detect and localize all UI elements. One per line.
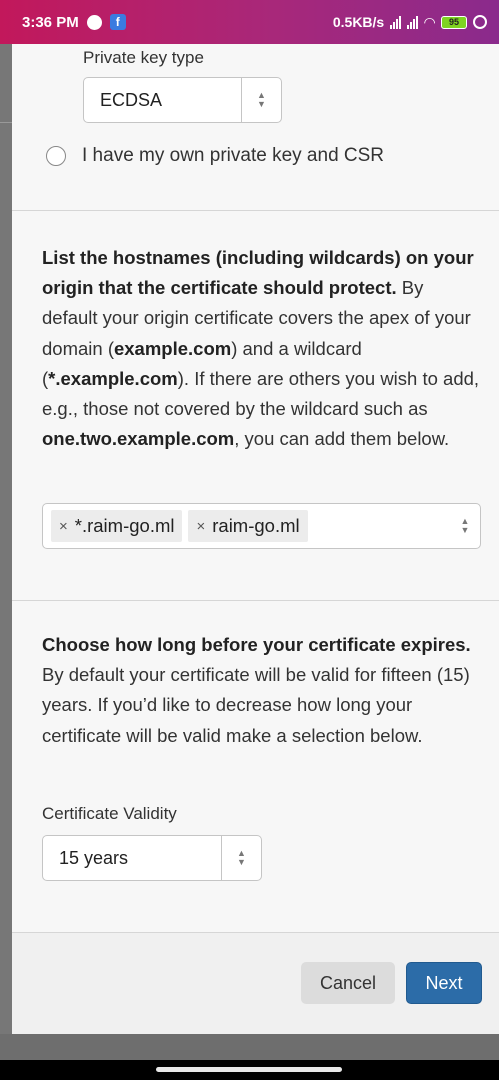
select-arrows-icon: ▲ ▼ [241,78,281,122]
select-arrows-icon: ▲ ▼ [460,516,470,535]
tag-remove-icon[interactable]: × [59,518,68,535]
firefox-icon [86,14,102,30]
private-key-type-select[interactable]: ECDSA ▲ ▼ [83,77,282,123]
background-page [0,44,12,1060]
status-bar: 3:36 PM f 0.5KB/s ◠ 95 [0,0,499,44]
validity-heading: Choose how long before your certificate … [42,634,471,655]
example-domain: example.com [113,337,232,359]
private-key-section: Private key type ECDSA ▲ ▼ I have my own … [12,44,499,211]
own-key-option[interactable]: I have my own private key and CSR [46,145,384,167]
alarm-icon [473,15,487,29]
hostnames-section: List the hostnames (including wildcards)… [12,211,499,601]
own-key-radio-label: I have my own private key and CSR [82,145,385,166]
signal-icon [407,15,419,29]
private-key-type-label: Private key type [83,48,204,67]
hostnames-text: , you can add them below. [234,428,450,450]
status-time: 3:36 PM [22,13,79,31]
wifi-icon: ◠ [424,13,435,30]
hostname-tag: × *.raim-go.ml [51,510,183,542]
validity-section: Choose how long before your certificate … [12,601,499,933]
facebook-icon: f [109,14,126,30]
create-certificate-dialog: Private key type ECDSA ▲ ▼ I have my own … [12,44,499,1034]
validity-select[interactable]: 15 years ▲ ▼ [42,835,262,881]
home-indicator[interactable] [156,1067,342,1072]
hostnames-description: List the hostnames (including wildcards)… [42,243,482,454]
next-button[interactable]: Next [406,962,482,1004]
validity-label: Certificate Validity [42,804,177,823]
validity-value: 15 years [59,847,129,868]
background-page-bottom [0,1034,499,1060]
battery-level: 95 [448,17,459,27]
hostname-tag-label: raim-go.ml [212,515,300,536]
battery-icon: 95 [441,15,467,29]
hostname-tag: × raim-go.ml [188,510,308,542]
hostnames-input[interactable]: × *.raim-go.ml × raim-go.ml ▲ ▼ [42,503,481,549]
validity-text: By default your certificate will be vali… [42,664,470,746]
select-arrows-icon: ▲ ▼ [221,836,261,880]
validity-description: Choose how long before your certificate … [42,630,482,751]
tag-remove-icon[interactable]: × [196,518,205,535]
signal-icon [390,15,402,29]
network-speed: 0.5KB/s [332,14,385,30]
hostname-tag-label: *.raim-go.ml [74,515,175,536]
private-key-type-value: ECDSA [100,89,163,110]
cancel-button[interactable]: Cancel [301,962,395,1004]
own-key-radio[interactable] [46,146,66,166]
example-subdomain: one.two.example.com [42,428,235,450]
example-wildcard: *.example.com [48,367,178,389]
navigation-bar [0,1060,499,1080]
